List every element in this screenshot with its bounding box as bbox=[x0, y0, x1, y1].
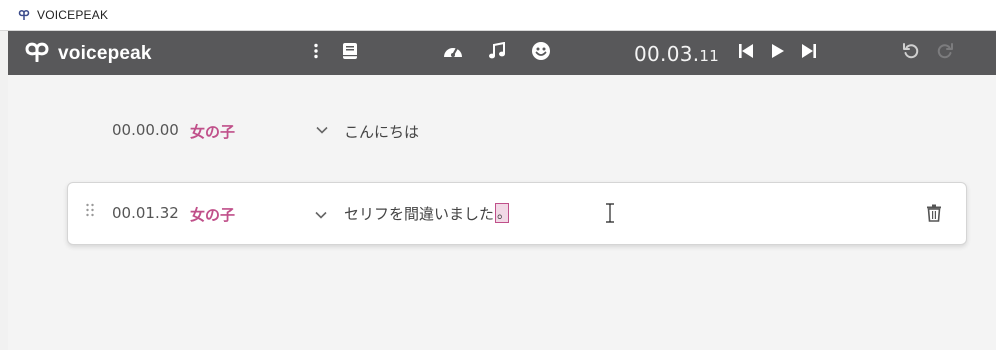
speaker-name[interactable]: 女の子 bbox=[190, 204, 235, 225]
voicepeak-logo-icon bbox=[24, 40, 50, 67]
redo-button[interactable] bbox=[933, 41, 957, 65]
smiley-icon bbox=[531, 41, 551, 66]
skip-forward-icon bbox=[801, 43, 817, 64]
timecode-main: 00.03. bbox=[634, 42, 700, 66]
timecode-frames: 11 bbox=[699, 47, 720, 65]
line-text[interactable]: こんにちは bbox=[344, 121, 419, 142]
play-icon bbox=[771, 43, 785, 64]
delete-line-button[interactable] bbox=[926, 204, 942, 222]
pitch-button[interactable] bbox=[485, 41, 509, 65]
list-item[interactable]: 00.00.00 女の子 こんにちは bbox=[8, 115, 996, 145]
brand: voicepeak bbox=[24, 40, 152, 67]
chevron-down-icon[interactable] bbox=[315, 206, 329, 220]
skip-back-button[interactable] bbox=[734, 41, 758, 65]
window-title: VOICEPEAK bbox=[37, 8, 109, 22]
editor-canvas: 00.00.00 女の子 こんにちは 00.01.32 女の子 セリフを間違いま… bbox=[8, 75, 996, 350]
line-text[interactable]: セリフを間違いました bbox=[344, 203, 494, 224]
book-icon bbox=[342, 42, 358, 65]
brand-name: voicepeak bbox=[58, 42, 152, 64]
undo-icon bbox=[902, 42, 920, 65]
selected-character: 。 bbox=[497, 205, 512, 221]
chevron-down-icon[interactable] bbox=[315, 123, 329, 137]
skip-back-icon bbox=[738, 43, 754, 64]
timecode-display: 00.03.11 bbox=[634, 42, 719, 66]
drag-handle-icon[interactable] bbox=[85, 202, 95, 222]
speaker-name[interactable]: 女の子 bbox=[190, 121, 235, 142]
voicepeak-logo-icon bbox=[18, 9, 30, 21]
line-text-editor[interactable]: セリフを間違いました 。 bbox=[344, 202, 512, 224]
app-toolbar: voicepeak 00.03.11 bbox=[8, 31, 996, 75]
emotion-button[interactable] bbox=[529, 41, 553, 65]
text-selection[interactable]: 。 bbox=[495, 203, 512, 223]
window-title-bar: VOICEPEAK bbox=[0, 0, 996, 31]
text-cursor-icon bbox=[605, 203, 615, 223]
dictionary-button[interactable] bbox=[338, 41, 362, 65]
redo-icon bbox=[936, 42, 954, 65]
skip-forward-button[interactable] bbox=[797, 41, 821, 65]
more-vertical-icon bbox=[313, 43, 319, 64]
speedometer-icon bbox=[442, 42, 464, 65]
undo-button[interactable] bbox=[899, 41, 923, 65]
line-timecode: 00.01.32 bbox=[112, 204, 179, 222]
trash-icon bbox=[926, 204, 942, 226]
music-note-icon bbox=[488, 41, 506, 65]
play-button[interactable] bbox=[766, 41, 790, 65]
speed-button[interactable] bbox=[441, 41, 465, 65]
more-menu-button[interactable] bbox=[304, 41, 328, 65]
list-item-selected[interactable]: 00.01.32 女の子 セリフを間違いました 。 bbox=[67, 182, 967, 245]
line-timecode: 00.00.00 bbox=[112, 121, 179, 139]
